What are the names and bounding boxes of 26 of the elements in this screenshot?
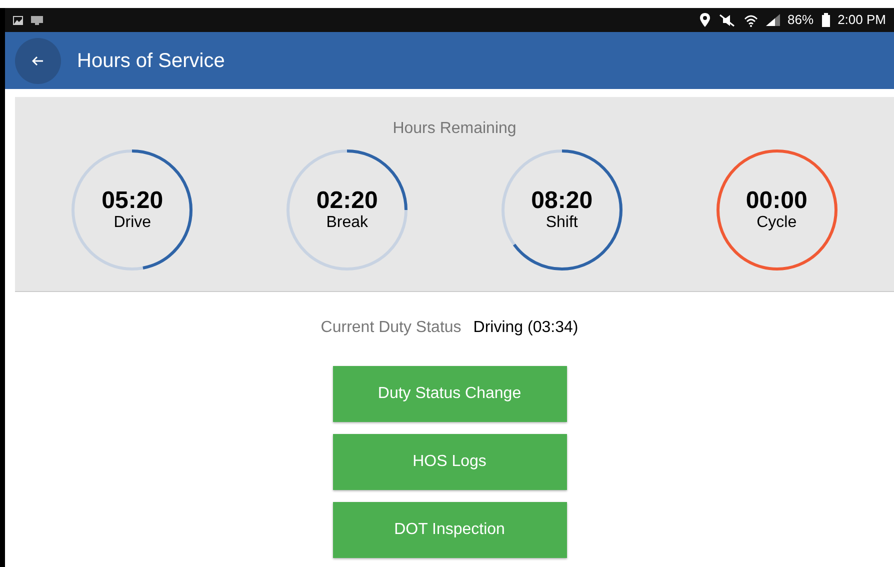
timer-value: 05:20 <box>102 188 164 214</box>
timer-value: 00:00 <box>746 188 808 214</box>
back-arrow-icon <box>32 56 44 66</box>
clock-time: 2:00 PM <box>838 11 886 30</box>
image-icon <box>13 16 23 24</box>
wifi-icon <box>744 14 758 26</box>
panel-title: Hours Remaining <box>392 119 516 139</box>
window-title: Hours of Service <box>77 48 225 74</box>
action-button[interactable]: HOS Logs <box>332 434 566 490</box>
timer-value: 08:20 <box>531 188 593 214</box>
duty-status-value: Driving (03:34) <box>473 318 578 338</box>
timer-label: Drive <box>114 214 152 232</box>
timer-label: Cycle <box>756 214 797 232</box>
timer-value: 02:20 <box>316 188 378 214</box>
mute-icon <box>718 14 736 26</box>
duty-status-label: Current Duty Status <box>320 318 462 338</box>
signal-icon <box>766 14 780 26</box>
screen-icon <box>31 16 43 24</box>
back-button[interactable] <box>15 38 61 84</box>
battery-icon <box>822 13 830 27</box>
battery-percent: 86% <box>788 11 814 30</box>
timer-label: Break <box>326 214 368 232</box>
action-button[interactable]: DOT Inspection <box>332 502 566 558</box>
action-button[interactable]: Duty Status Change <box>332 366 566 422</box>
location-icon <box>700 13 710 27</box>
timer-label: Shift <box>546 214 578 232</box>
